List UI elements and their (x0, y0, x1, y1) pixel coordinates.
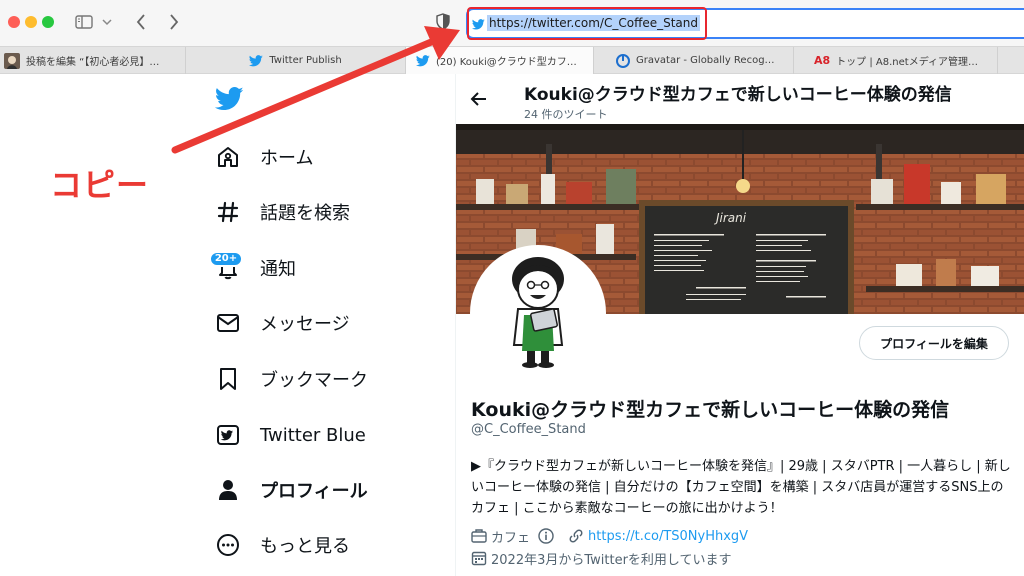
info-icon[interactable] (538, 528, 554, 544)
profile-category: カフェ (491, 530, 531, 546)
link-icon (568, 528, 584, 544)
mail-icon (215, 310, 241, 336)
svg-text:Jirani: Jirani (714, 211, 747, 225)
profile-joined-row: 2022年3月からTwitterを利用しています (471, 548, 732, 568)
profile-handle: @C_Coffee_Stand (471, 422, 586, 437)
nav-twitter-blue[interactable]: Twitter Blue (215, 420, 366, 450)
nav-label: プロフィール (260, 481, 368, 502)
nav-label: ホーム (260, 148, 314, 169)
notification-count-badge: 20+ (209, 251, 243, 267)
nav-more[interactable]: もっと見る (215, 530, 350, 560)
back-arrow-icon[interactable] (470, 91, 488, 111)
nav-label: Twitter Blue (260, 424, 366, 446)
screen: https://twitter.com/C_Coffee_Stand 投稿を編集… (0, 0, 1024, 576)
briefcase-icon (471, 529, 487, 543)
tweet-count: 24 件のツイート (524, 108, 608, 121)
home-icon (215, 144, 241, 170)
nav-bookmarks[interactable]: ブックマーク (215, 364, 368, 394)
profile-meta-row: カフェ https://t.co/TS0NyHhxgV (471, 526, 748, 546)
header-profile-name: Kouki@クラウド型カフェで新しいコーヒー体験の発信 (524, 85, 952, 105)
nav-label: 話題を検索 (260, 203, 350, 224)
twitter-blue-icon (215, 422, 241, 448)
profile-joined-date: 2022年3月からTwitterを利用しています (491, 552, 732, 568)
annotation-copy-label: コピー (50, 166, 150, 204)
nav-label: ブックマーク (260, 370, 368, 391)
nav-profile[interactable]: プロフィール (215, 475, 368, 505)
nav-label: 通知 (260, 259, 296, 280)
nav-label: メッセージ (260, 314, 350, 335)
nav-home[interactable]: ホーム (215, 142, 313, 172)
nav-messages[interactable]: メッセージ (215, 308, 350, 338)
twitter-logo-icon[interactable] (214, 87, 244, 115)
hashtag-icon (215, 199, 241, 225)
more-icon (215, 532, 241, 558)
profile-bio: ▶『クラウド型カフェが新しいコーヒー体験を発信』| 29歳 | スタバPTR |… (471, 459, 1011, 516)
nav-explore[interactable]: 話題を検索 (215, 197, 350, 227)
edit-profile-button[interactable]: プロフィールを編集 (859, 326, 1009, 360)
calendar-icon (471, 550, 487, 566)
profile-avatar[interactable] (470, 245, 606, 381)
person-icon (215, 477, 241, 503)
bookmark-icon (215, 366, 241, 392)
nav-label: もっと見る (260, 536, 350, 557)
profile-name: Kouki@クラウド型カフェで新しいコーヒー体験の発信 (471, 399, 950, 421)
profile-website-link[interactable]: https://t.co/TS0NyHhxgV (588, 529, 748, 544)
